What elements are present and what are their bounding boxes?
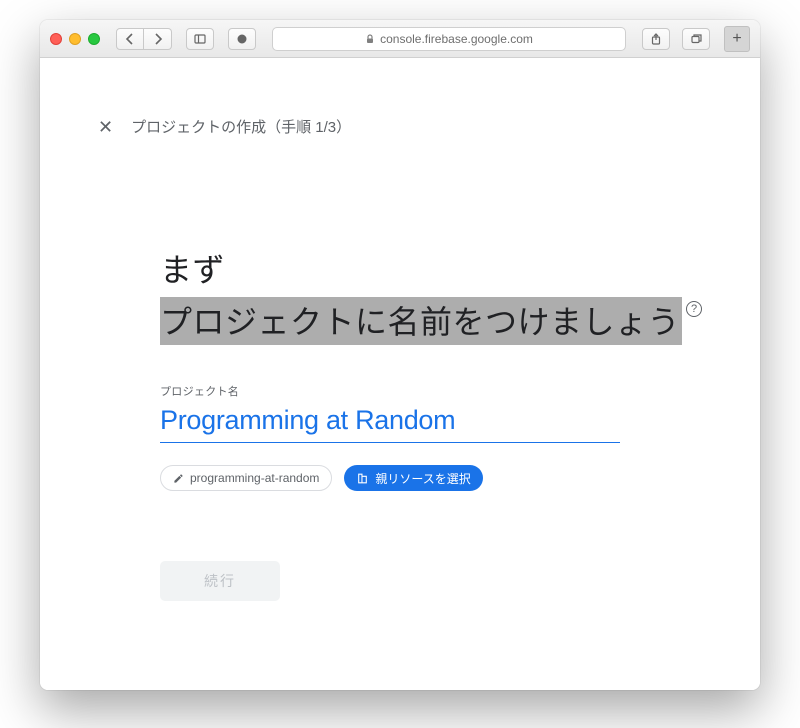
window-zoom-button[interactable] bbox=[88, 33, 100, 45]
nav-back-button[interactable] bbox=[116, 28, 144, 50]
plus-icon: + bbox=[732, 30, 741, 48]
nav-back-forward bbox=[116, 28, 172, 50]
heading-line2-wrap: プロジェクトに名前をつけましょう ? bbox=[160, 297, 760, 345]
close-icon[interactable]: ✕ bbox=[98, 118, 113, 136]
wizard-body: まず プロジェクトに名前をつけましょう ? プロジェクト名 programmin… bbox=[40, 245, 760, 601]
heading-line1: まず bbox=[160, 245, 760, 291]
chip-row: programming-at-random 親リソースを選択 bbox=[160, 465, 760, 491]
site-settings-button[interactable] bbox=[228, 28, 256, 50]
share-button[interactable] bbox=[642, 28, 670, 50]
help-icon[interactable]: ? bbox=[686, 301, 702, 317]
project-name-field-wrap bbox=[160, 403, 620, 443]
sidebar-toggle-button[interactable] bbox=[186, 28, 214, 50]
address-url: console.firebase.google.com bbox=[380, 32, 533, 46]
window-close-button[interactable] bbox=[50, 33, 62, 45]
project-name-label: プロジェクト名 bbox=[160, 383, 760, 399]
wizard-title: プロジェクトの作成（手順 1/3） bbox=[131, 116, 351, 137]
page-content: ✕ プロジェクトの作成（手順 1/3） まず プロジェクトに名前をつけましょう … bbox=[40, 58, 760, 690]
window-controls bbox=[50, 33, 100, 45]
parent-resource-label: 親リソースを選択 bbox=[375, 470, 470, 487]
browser-window: console.firebase.google.com + ✕ プロジェクトの作… bbox=[40, 20, 760, 690]
nav-forward-button[interactable] bbox=[144, 28, 172, 50]
continue-button[interactable]: 続行 bbox=[160, 561, 280, 601]
heading-line2: プロジェクトに名前をつけましょう bbox=[160, 297, 682, 345]
pencil-icon bbox=[173, 473, 184, 484]
window-minimize-button[interactable] bbox=[69, 33, 81, 45]
new-tab-button[interactable]: + bbox=[724, 26, 750, 52]
tabs-button[interactable] bbox=[682, 28, 710, 50]
project-name-input[interactable] bbox=[160, 403, 620, 443]
project-id-text: programming-at-random bbox=[190, 471, 319, 485]
org-icon bbox=[356, 472, 369, 485]
parent-resource-button[interactable]: 親リソースを選択 bbox=[344, 465, 482, 491]
address-bar[interactable]: console.firebase.google.com bbox=[272, 27, 626, 51]
wizard-header: ✕ プロジェクトの作成（手順 1/3） bbox=[40, 58, 760, 137]
lock-icon bbox=[365, 34, 375, 44]
browser-titlebar: console.firebase.google.com + bbox=[40, 20, 760, 58]
project-id-chip[interactable]: programming-at-random bbox=[160, 465, 332, 491]
